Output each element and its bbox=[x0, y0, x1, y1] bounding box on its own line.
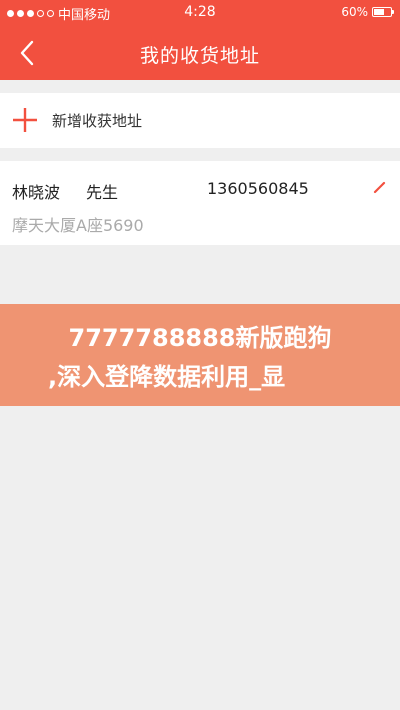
battery-fill bbox=[374, 9, 384, 15]
battery-percent: 60% bbox=[341, 5, 368, 19]
battery-icon bbox=[372, 7, 394, 17]
clock: 4:28 bbox=[184, 4, 216, 20]
recipient-phone: 1360560845 bbox=[207, 179, 309, 198]
recipient-address: 摩天大厦A座5690 bbox=[12, 216, 144, 235]
add-address-label: 新增收获地址 bbox=[52, 112, 143, 130]
recipient-honorific: 先生 bbox=[86, 183, 119, 202]
banner-line-1: 7777788888新版跑狗 bbox=[68, 324, 332, 352]
add-address-button[interactable]: 新增收获地址 bbox=[0, 93, 400, 148]
nav-bar: 我的收货地址 bbox=[0, 26, 400, 80]
page-title: 我的收货地址 bbox=[139, 45, 260, 67]
recipient-name: 林晓波 bbox=[12, 183, 61, 202]
pencil-icon[interactable] bbox=[372, 179, 388, 195]
banner-line-2: ,深入登降数据利用_显 bbox=[48, 363, 286, 391]
plus-icon bbox=[13, 108, 37, 132]
status-bar: 中国移动 4:28 60% bbox=[0, 0, 400, 26]
address-item[interactable]: 林晓波 先生 1360560845 摩天大厦A座5690 bbox=[0, 161, 400, 245]
overlay-banner[interactable]: 7777788888新版跑狗 ,深入登降数据利用_显 bbox=[0, 304, 400, 406]
battery-status: 60% bbox=[341, 5, 394, 19]
